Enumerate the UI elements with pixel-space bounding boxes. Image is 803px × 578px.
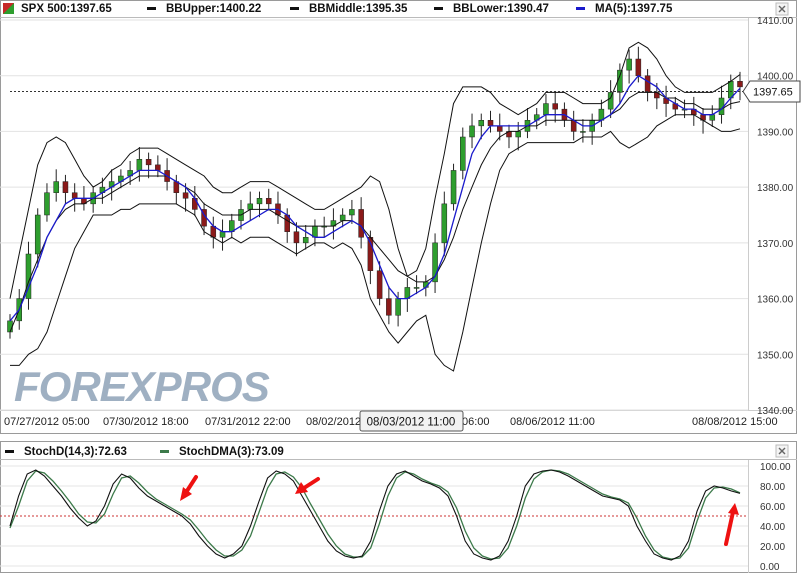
candle-body xyxy=(7,320,13,333)
legend-bbupper: BBUpper:1400.22 xyxy=(166,3,261,15)
candle-body xyxy=(136,159,143,171)
candle-body xyxy=(192,198,198,210)
stochdma-swatch xyxy=(160,450,169,453)
stoch-ytick-label: 20.00 xyxy=(760,542,785,553)
candle-body xyxy=(62,181,69,193)
price-ytick-label: 1350.00 xyxy=(757,350,794,361)
legend-bblower: BBLower:1390.47 xyxy=(453,3,549,15)
candle-body xyxy=(339,214,346,221)
candle-body xyxy=(376,270,383,299)
price-ytick-label: 1360.00 xyxy=(757,295,794,306)
candle-body xyxy=(515,131,521,138)
candle-body xyxy=(496,125,503,132)
price-xtick-label: 07/31/2012 22:00 xyxy=(205,416,291,428)
stoch-ytick-label: 60.00 xyxy=(760,502,785,513)
candle-body xyxy=(302,237,309,244)
stoch-close-icon[interactable] xyxy=(775,444,789,458)
legend-bbmiddle: BBMiddle:1395.35 xyxy=(309,3,408,15)
candle-body xyxy=(145,159,152,166)
candle-body xyxy=(53,181,59,193)
stoch-ytick-label: 0.00 xyxy=(760,562,780,573)
candle-body xyxy=(349,209,355,216)
stoch-ytick-label: 100.00 xyxy=(760,462,791,473)
bblower-swatch xyxy=(434,7,443,10)
legend-stochd: StochD(14,3):72.63 xyxy=(24,446,127,458)
candle-body xyxy=(737,81,743,88)
watermark-logo: FOREXPROS xyxy=(14,363,270,410)
candle-body xyxy=(487,120,494,127)
stoch-ytick-label: 80.00 xyxy=(760,482,785,493)
candle-body xyxy=(552,103,558,110)
crosshair-date-label: 08/03/2012 11:00 xyxy=(367,417,456,429)
legend-ma5: MA(5):1397.75 xyxy=(595,3,673,15)
candle-body xyxy=(543,103,549,115)
price-xtick-label: 08/02/2012 xyxy=(306,416,361,428)
candle-body xyxy=(34,214,41,255)
ma5-swatch xyxy=(576,7,585,10)
candle-body xyxy=(44,192,50,216)
price-xtick-label: 08/06/2012 11:00 xyxy=(510,416,595,428)
candle-body xyxy=(395,298,401,316)
price-close-icon[interactable] xyxy=(775,2,789,16)
legend-stochdma: StochDMA(3):73.09 xyxy=(179,446,284,458)
candle-body xyxy=(469,125,475,138)
stochd-swatch xyxy=(5,450,14,453)
candle-body xyxy=(155,164,161,171)
bbupper-swatch xyxy=(147,7,156,10)
candle-body xyxy=(256,198,263,205)
price-ytick-label: 1390.00 xyxy=(757,127,794,138)
candle-body xyxy=(71,192,78,199)
price-xtick-label: 07/27/2012 05:00 xyxy=(4,416,90,428)
candle-body xyxy=(265,198,272,205)
candle-body xyxy=(358,209,364,238)
candle-body xyxy=(293,231,300,244)
candle-body xyxy=(450,170,457,205)
candle-body xyxy=(709,114,716,121)
bbmiddle-swatch xyxy=(290,7,299,10)
candle-body xyxy=(617,69,623,93)
price-ytick-label: 1410.00 xyxy=(757,16,794,27)
candle-body xyxy=(441,203,448,244)
crosshair-date: 08/03/2012 11:00 xyxy=(359,410,464,432)
price-ytick-label: 1370.00 xyxy=(757,239,794,250)
stoch-ytick-label: 40.00 xyxy=(760,522,785,533)
price-ytick-label: 1400.00 xyxy=(757,72,794,83)
candle-body xyxy=(182,192,189,199)
candle-body xyxy=(460,136,466,171)
candle-body xyxy=(626,58,632,71)
candle-body xyxy=(478,120,485,127)
stoch-panel xyxy=(0,441,797,573)
price-ytick-label: 1380.00 xyxy=(757,183,794,194)
candle-body xyxy=(635,58,642,76)
candle-body xyxy=(580,131,586,133)
candle-body xyxy=(247,203,254,210)
candle-body xyxy=(644,75,651,93)
price-xtick-label: 06:00 xyxy=(462,416,490,428)
candle-body xyxy=(219,231,226,238)
candle-body xyxy=(386,298,392,316)
price-xtick-label: 08/08/2012 15:00 xyxy=(692,416,778,428)
forex-chart: SPX 500:1397.65 BBUpper:1400.22 BBMiddle… xyxy=(0,0,801,573)
last-price-label: 1397.65 xyxy=(753,87,793,99)
price-xtick-label: 07/30/2012 18:00 xyxy=(103,416,189,428)
candle-body xyxy=(413,287,420,289)
legend-spx: SPX 500:1397.65 xyxy=(21,3,112,15)
